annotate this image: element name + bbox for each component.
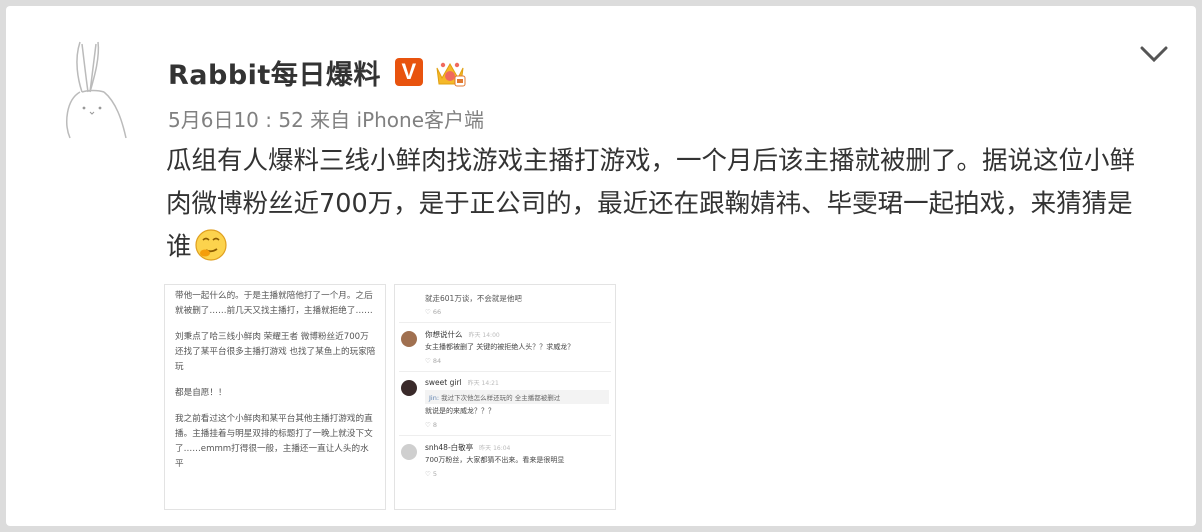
- crown-icon[interactable]: [433, 56, 467, 88]
- like-count: 84: [432, 357, 442, 365]
- image-thumbnail-2[interactable]: 就走601万谈，不会就是他吧 ♡ 66 你想说什么 昨天 14:00 女主播都被删…: [394, 284, 616, 510]
- list-item: 你想说什么 昨天 14:00 女主播都被删了 关键的被拒绝人头？？求威龙？ ♡ 8…: [395, 323, 615, 365]
- list-item: sweet girl 昨天 14:21 Jin: 我过下次他怎么样还玩的 全主播都…: [395, 372, 615, 429]
- screenshot-comments: 就走601万谈，不会就是他吧 ♡ 66 你想说什么 昨天 14:00 女主播都被删…: [395, 285, 615, 478]
- image-thumbnail-1[interactable]: 带他一起什么的。于是主播就陪他打了一个月。之后就被删了……前几天又找主播打，主播…: [164, 284, 386, 510]
- chevron-down-icon[interactable]: [1140, 42, 1168, 66]
- author-name[interactable]: Rabbit每日爆料: [168, 53, 381, 92]
- comment-text: 就说是的来威龙？？？: [425, 407, 495, 415]
- quote-author: Jin:: [429, 394, 440, 402]
- verified-v-icon[interactable]: V: [394, 58, 423, 86]
- like-count: 5: [432, 470, 438, 478]
- post-meta: 5月6日10 : 52 来自 iPhone客户端: [168, 108, 485, 132]
- screenshot-paragraph: 带他一起什么的。于是主播就陪他打了一个月。之后就被删了……前几天又找主播打，主播…: [175, 291, 373, 316]
- comment-text: 女主播都被删了 关键的被拒绝人头？？求威龙？: [425, 343, 575, 351]
- rabbit-avatar[interactable]: [60, 40, 132, 140]
- author-row: Rabbit每日爆料 V: [168, 52, 467, 92]
- screenshot-paragraph: 我之前看过这个小鲜肉和某平台其他主播打游戏的直播。主播挂着与明星双排的标题打了一…: [175, 414, 373, 469]
- comment-time: 昨天 14:21: [467, 380, 499, 387]
- like-count: 66: [432, 308, 442, 316]
- commenter-name: sweet girl: [425, 378, 462, 387]
- commenter-name: snh48-白敬亭: [425, 443, 474, 452]
- thinking-emoji-icon: [194, 229, 227, 261]
- like-count: 8: [432, 421, 438, 429]
- avatar: [401, 380, 417, 396]
- avatar: [401, 444, 417, 460]
- comment-text: 700万粉丝，大家都猜不出来。看来是很明显: [425, 456, 565, 464]
- screenshot-paragraph: 刘秉点了哈三线小鲜肉 荣耀王者 微博粉丝近700万 还找了某平台很多主播打游戏 …: [175, 332, 376, 372]
- comment-time: 昨天 14:00: [468, 332, 500, 339]
- screenshot-top-text: 就走601万谈，不会就是他吧: [425, 294, 522, 303]
- screenshot-paragraph: 都是自愿！！: [175, 388, 227, 398]
- screenshot-text-block: 带他一起什么的。于是主播就陪他打了一个月。之后就被删了……前几天又找主播打，主播…: [165, 285, 385, 472]
- quoted-reply: Jin: 我过下次他怎么样还玩的 全主播都被删过: [425, 390, 609, 404]
- post-text: 瓜组有人爆料三线小鲜肉找游戏主播打游戏，一个月后该主播就被删了。据说这位小鲜肉微…: [166, 140, 1156, 269]
- quote-text: 我过下次他怎么样还玩的 全主播都被删过: [441, 394, 561, 402]
- avatar: [401, 331, 417, 347]
- commenter-name: 你想说什么: [425, 330, 463, 339]
- list-item: snh48-白敬亭 昨天 16:04 700万粉丝，大家都猜不出来。看来是很明显 …: [395, 436, 615, 478]
- comment-time: 昨天 16:04: [479, 445, 511, 452]
- post-body: 瓜组有人爆料三线小鲜肉找游戏主播打游戏，一个月后该主播就被删了。据说这位小鲜肉微…: [166, 146, 1136, 262]
